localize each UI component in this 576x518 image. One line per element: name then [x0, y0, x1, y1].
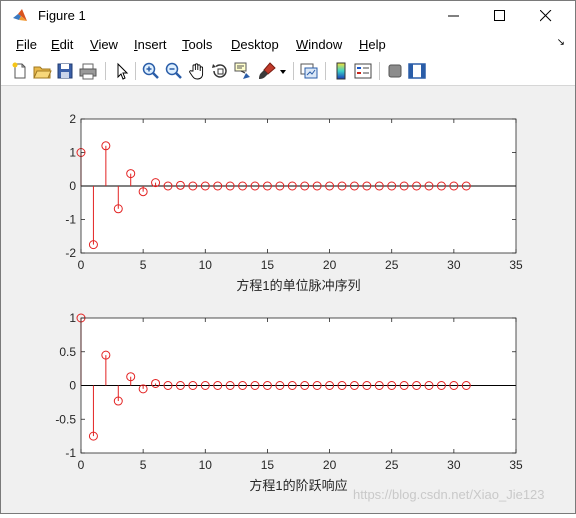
- toolbar-separator: [135, 62, 136, 80]
- y-tick-label: -1: [65, 213, 76, 227]
- y-tick-label: -0.5: [55, 412, 76, 426]
- x-tick-label: 10: [199, 458, 213, 472]
- menu-desktop[interactable]: Desktop: [231, 37, 279, 52]
- y-tick-label: -1: [65, 446, 76, 460]
- figure-toolbar: [1, 57, 575, 86]
- figure-canvas: 0 5 10 15 20 25 30 35 -2 -1 0 1 2 方程1的单位脉冲序列 0 5 10 15 20 2…: [1, 86, 575, 513]
- x-tick-label: 30: [447, 258, 461, 272]
- brush-icon[interactable]: [257, 61, 277, 81]
- x-tick-label: 20: [323, 258, 337, 272]
- save-icon[interactable]: [55, 61, 75, 81]
- select-arrow-icon[interactable]: [112, 61, 132, 81]
- data-cursor-icon[interactable]: [233, 61, 253, 81]
- y-tick-label: -2: [65, 246, 76, 260]
- x-tick-label: 25: [385, 258, 399, 272]
- toolbar-separator: [293, 62, 294, 80]
- show-plot-tools-icon[interactable]: [407, 61, 427, 81]
- maximize-button[interactable]: [477, 1, 523, 31]
- menu-window[interactable]: Window: [296, 37, 342, 52]
- menu-view[interactable]: View: [90, 37, 118, 52]
- open-file-icon[interactable]: [32, 61, 52, 81]
- x-tick-label: 15: [261, 458, 275, 472]
- toolbar-separator: [105, 62, 106, 80]
- x-tick-label: 35: [509, 458, 523, 472]
- x-tick-label: 10: [199, 258, 213, 272]
- menu-edit[interactable]: Edit: [51, 37, 73, 52]
- y-tick-label: 1: [69, 146, 76, 160]
- print-icon[interactable]: [78, 61, 98, 81]
- x-tick-label: 5: [140, 458, 147, 472]
- x-tick-label: 0: [78, 458, 85, 472]
- x-tick-label: 35: [509, 258, 523, 272]
- toolbar-separator: [325, 62, 326, 80]
- toolbar-separator: [379, 62, 380, 80]
- hide-plot-tools-icon[interactable]: [385, 61, 405, 81]
- dock-arrow-icon[interactable]: ↘: [557, 37, 565, 48]
- y-tick-label: 0.5: [59, 345, 76, 359]
- new-figure-icon[interactable]: [10, 61, 30, 81]
- link-plot-icon[interactable]: [299, 61, 319, 81]
- close-button[interactable]: [523, 1, 569, 31]
- y-tick-label: 0: [69, 179, 76, 193]
- x-axis-label: 方程1的阶跃响应: [249, 478, 347, 493]
- minimize-button[interactable]: [431, 1, 477, 31]
- pan-hand-icon[interactable]: [187, 61, 207, 81]
- window-title: Figure 1: [38, 8, 86, 23]
- x-axis-label: 方程1的单位脉冲序列: [236, 278, 360, 293]
- menu-file[interactable]: File: [16, 37, 37, 52]
- x-tick-label: 25: [385, 458, 399, 472]
- menu-bar: File Edit View Insert Tools Desktop Window Help: [1, 31, 575, 57]
- legend-icon[interactable]: [353, 61, 373, 81]
- menu-insert[interactable]: Insert: [134, 37, 167, 52]
- figure-window: Figure 1 File Edit View Insert Tools Desktop W…: [0, 0, 576, 514]
- title-bar[interactable]: Figure 1: [1, 1, 575, 31]
- close-icon: [540, 10, 552, 22]
- x-tick-label: 15: [261, 258, 275, 272]
- matlab-logo-icon: [13, 9, 27, 21]
- x-tick-label: 0: [78, 258, 85, 272]
- maximize-icon: [494, 10, 505, 21]
- x-tick-label: 5: [140, 258, 147, 272]
- y-tick-label: 1: [69, 311, 76, 325]
- menu-help[interactable]: Help: [359, 37, 386, 52]
- x-tick-label: 20: [323, 458, 337, 472]
- zoom-in-icon[interactable]: [141, 61, 161, 81]
- minimize-icon: [448, 15, 459, 17]
- y-tick-label: 0: [69, 379, 76, 393]
- watermark: https://blog.csdn.net/Xiao_Jie123: [353, 487, 545, 502]
- x-tick-label: 30: [447, 458, 461, 472]
- zoom-out-icon[interactable]: [164, 61, 184, 81]
- figure-axes-area: 0 5 10 15 20 25 30 35-2-1012方程1的单位脉冲序列0 5 10 15 20 2…: [55, 112, 523, 493]
- y-tick-label: 2: [69, 112, 76, 126]
- brush-dropdown-icon[interactable]: [279, 61, 287, 81]
- menu-tools[interactable]: Tools: [182, 37, 212, 52]
- rotate-3d-icon[interactable]: [210, 61, 230, 81]
- colorbar-icon[interactable]: [331, 61, 351, 81]
